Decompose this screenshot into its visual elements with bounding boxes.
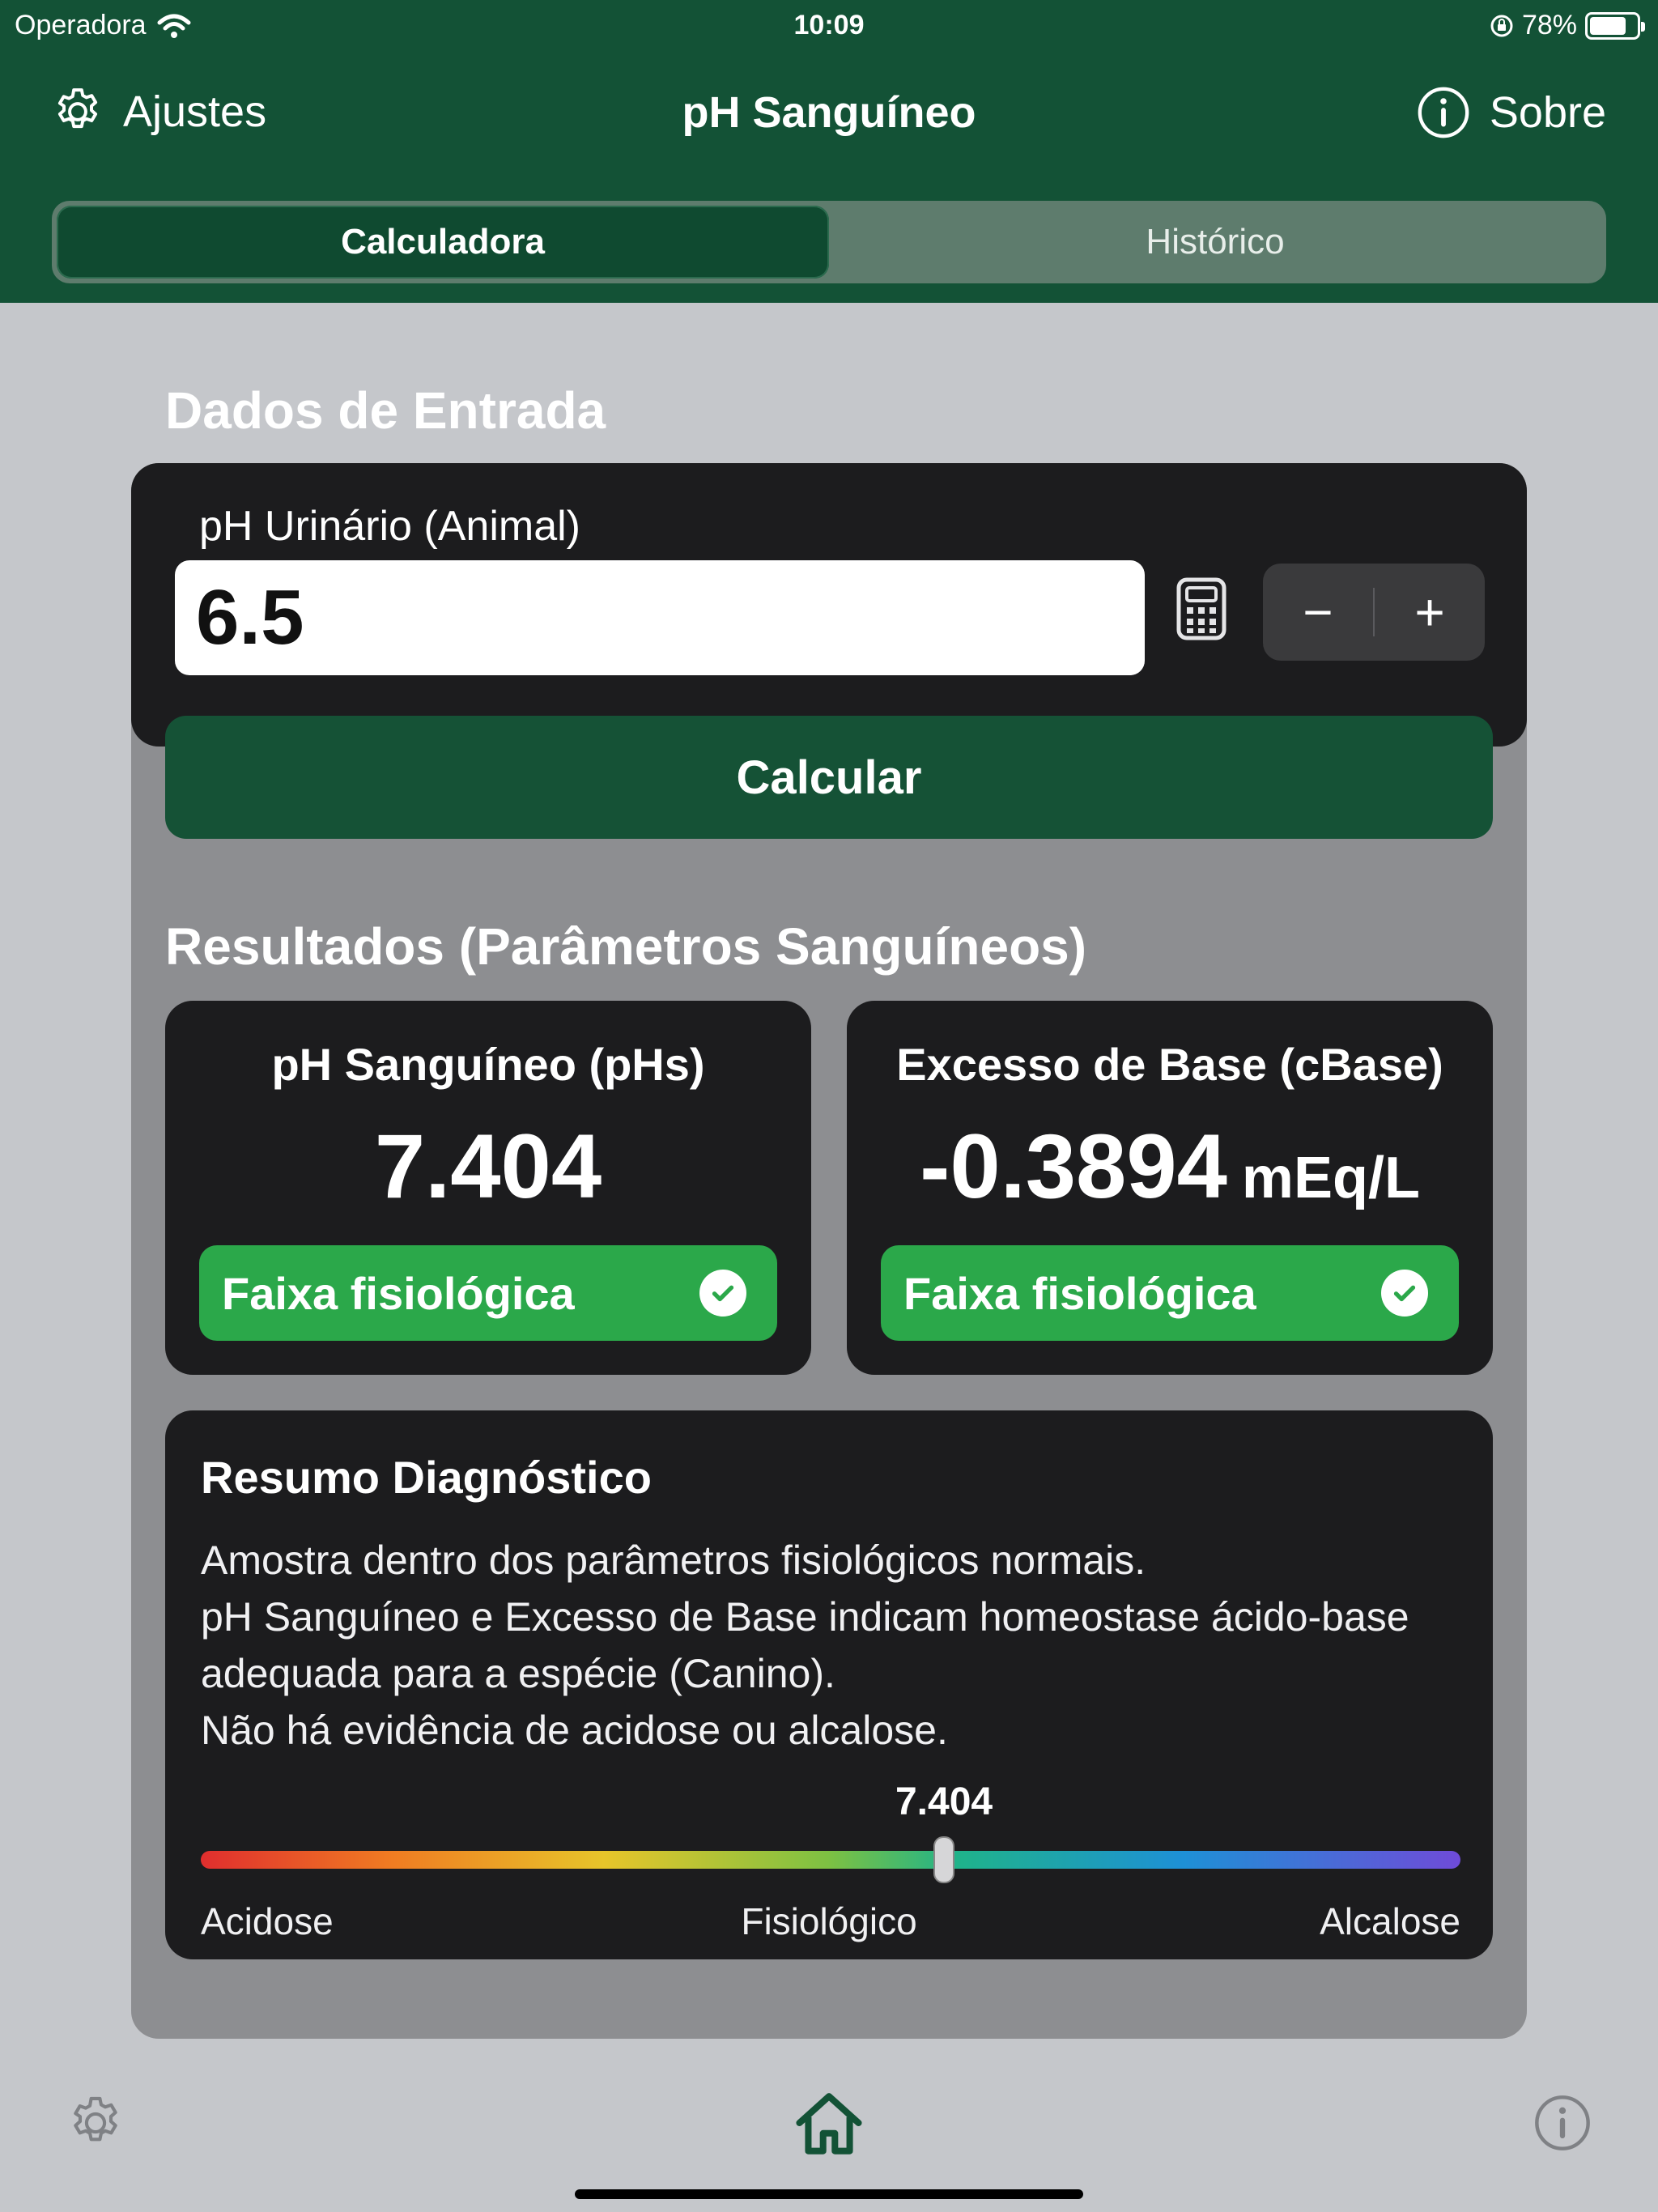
summary-line: Amostra dentro dos parâmetros fisiológic…: [201, 1538, 1146, 1583]
result-ph-value: 7.404: [165, 1114, 811, 1219]
summary-line: pH Sanguíneo e Excesso de Base indicam h…: [201, 1594, 1409, 1696]
result-ph-title: pH Sanguíneo (pHs): [271, 1039, 705, 1090]
scale-indicator: [935, 1838, 954, 1882]
result-base-value: -0.3894 mEq/L: [847, 1114, 1493, 1219]
checkmark-icon: [1381, 1270, 1428, 1317]
status-bar: Operadora 10:09 78%: [0, 0, 1658, 52]
result-base-badge-label: Faixa fisiológica: [903, 1267, 1256, 1319]
result-ph-badge-label: Faixa fisiológica: [222, 1267, 575, 1319]
result-ph-number: 7.404: [374, 1116, 602, 1217]
info-icon: [1418, 87, 1469, 138]
status-right: 78%: [1490, 10, 1645, 41]
status-time: 10:09: [793, 10, 865, 40]
calculate-button[interactable]: Calcular: [165, 716, 1493, 839]
orientation-lock-icon: [1490, 15, 1513, 36]
result-card-base-excess: Excesso de Base (cBase) -0.3894 mEq/L Fai…: [847, 1001, 1493, 1375]
scale-label-fisiologico: Fisiológico: [741, 1900, 917, 1942]
increment-button[interactable]: +: [1375, 564, 1485, 661]
battery-icon: [1585, 11, 1645, 40]
checkmark-icon: [699, 1270, 746, 1317]
info-icon[interactable]: [1532, 2092, 1593, 2154]
scale-value-label: 7.404: [895, 1780, 993, 1823]
urine-ph-input[interactable]: [175, 560, 1145, 675]
home-icon[interactable]: [793, 2089, 865, 2157]
page-title: pH Sanguíneo: [682, 88, 976, 137]
results-section-title: Resultados (Parâmetros Sanguíneos): [165, 917, 1087, 976]
calculator-icon[interactable]: [1175, 576, 1227, 641]
summary-line: Não há evidência de acidose ou alcalose.: [201, 1708, 948, 1753]
tab-historico[interactable]: Histórico: [829, 206, 1601, 279]
result-base-unit: mEq/L: [1241, 1146, 1420, 1210]
battery-level: [1590, 16, 1626, 35]
diagnostic-summary-card: Resumo Diagnóstico Amostra dentro dos pa…: [165, 1410, 1493, 1959]
ph-stepper: − +: [1263, 564, 1485, 661]
home-indicator: [575, 2189, 1083, 2199]
about-button[interactable]: Sobre: [1415, 84, 1606, 141]
summary-text: Amostra dentro dos parâmetros fisiológic…: [201, 1532, 1464, 1759]
decrement-button[interactable]: −: [1263, 564, 1373, 661]
about-label: Sobre: [1489, 88, 1606, 137]
result-base-title: Excesso de Base (cBase): [896, 1039, 1443, 1090]
result-card-ph: pH Sanguíneo (pHs) 7.404 Faixa fisiológi…: [165, 1001, 811, 1375]
tab-control: Calculadora Histórico: [52, 201, 1606, 283]
input-section-title: Dados de Entrada: [165, 381, 606, 440]
tab-calculadora[interactable]: Calculadora: [57, 206, 829, 279]
result-base-number: -0.3894: [920, 1116, 1227, 1217]
app-header: Operadora 10:09 78% Ajustes pH Sanguíneo…: [0, 0, 1658, 303]
result-ph-badge: Faixa fisiológica: [199, 1245, 777, 1341]
acid-base-scale-bar: [201, 1851, 1460, 1869]
result-base-badge: Faixa fisiológica: [881, 1245, 1459, 1341]
nav-bar: Ajustes pH Sanguíneo Sobre: [0, 73, 1658, 154]
scale-label-alcalose: Alcalose: [1320, 1900, 1460, 1942]
gear-icon[interactable]: [65, 2092, 126, 2154]
summary-title: Resumo Diagnóstico: [201, 1452, 652, 1503]
urine-ph-label: pH Urinário (Animal): [199, 503, 580, 550]
battery-percent: 78%: [1521, 10, 1577, 40]
